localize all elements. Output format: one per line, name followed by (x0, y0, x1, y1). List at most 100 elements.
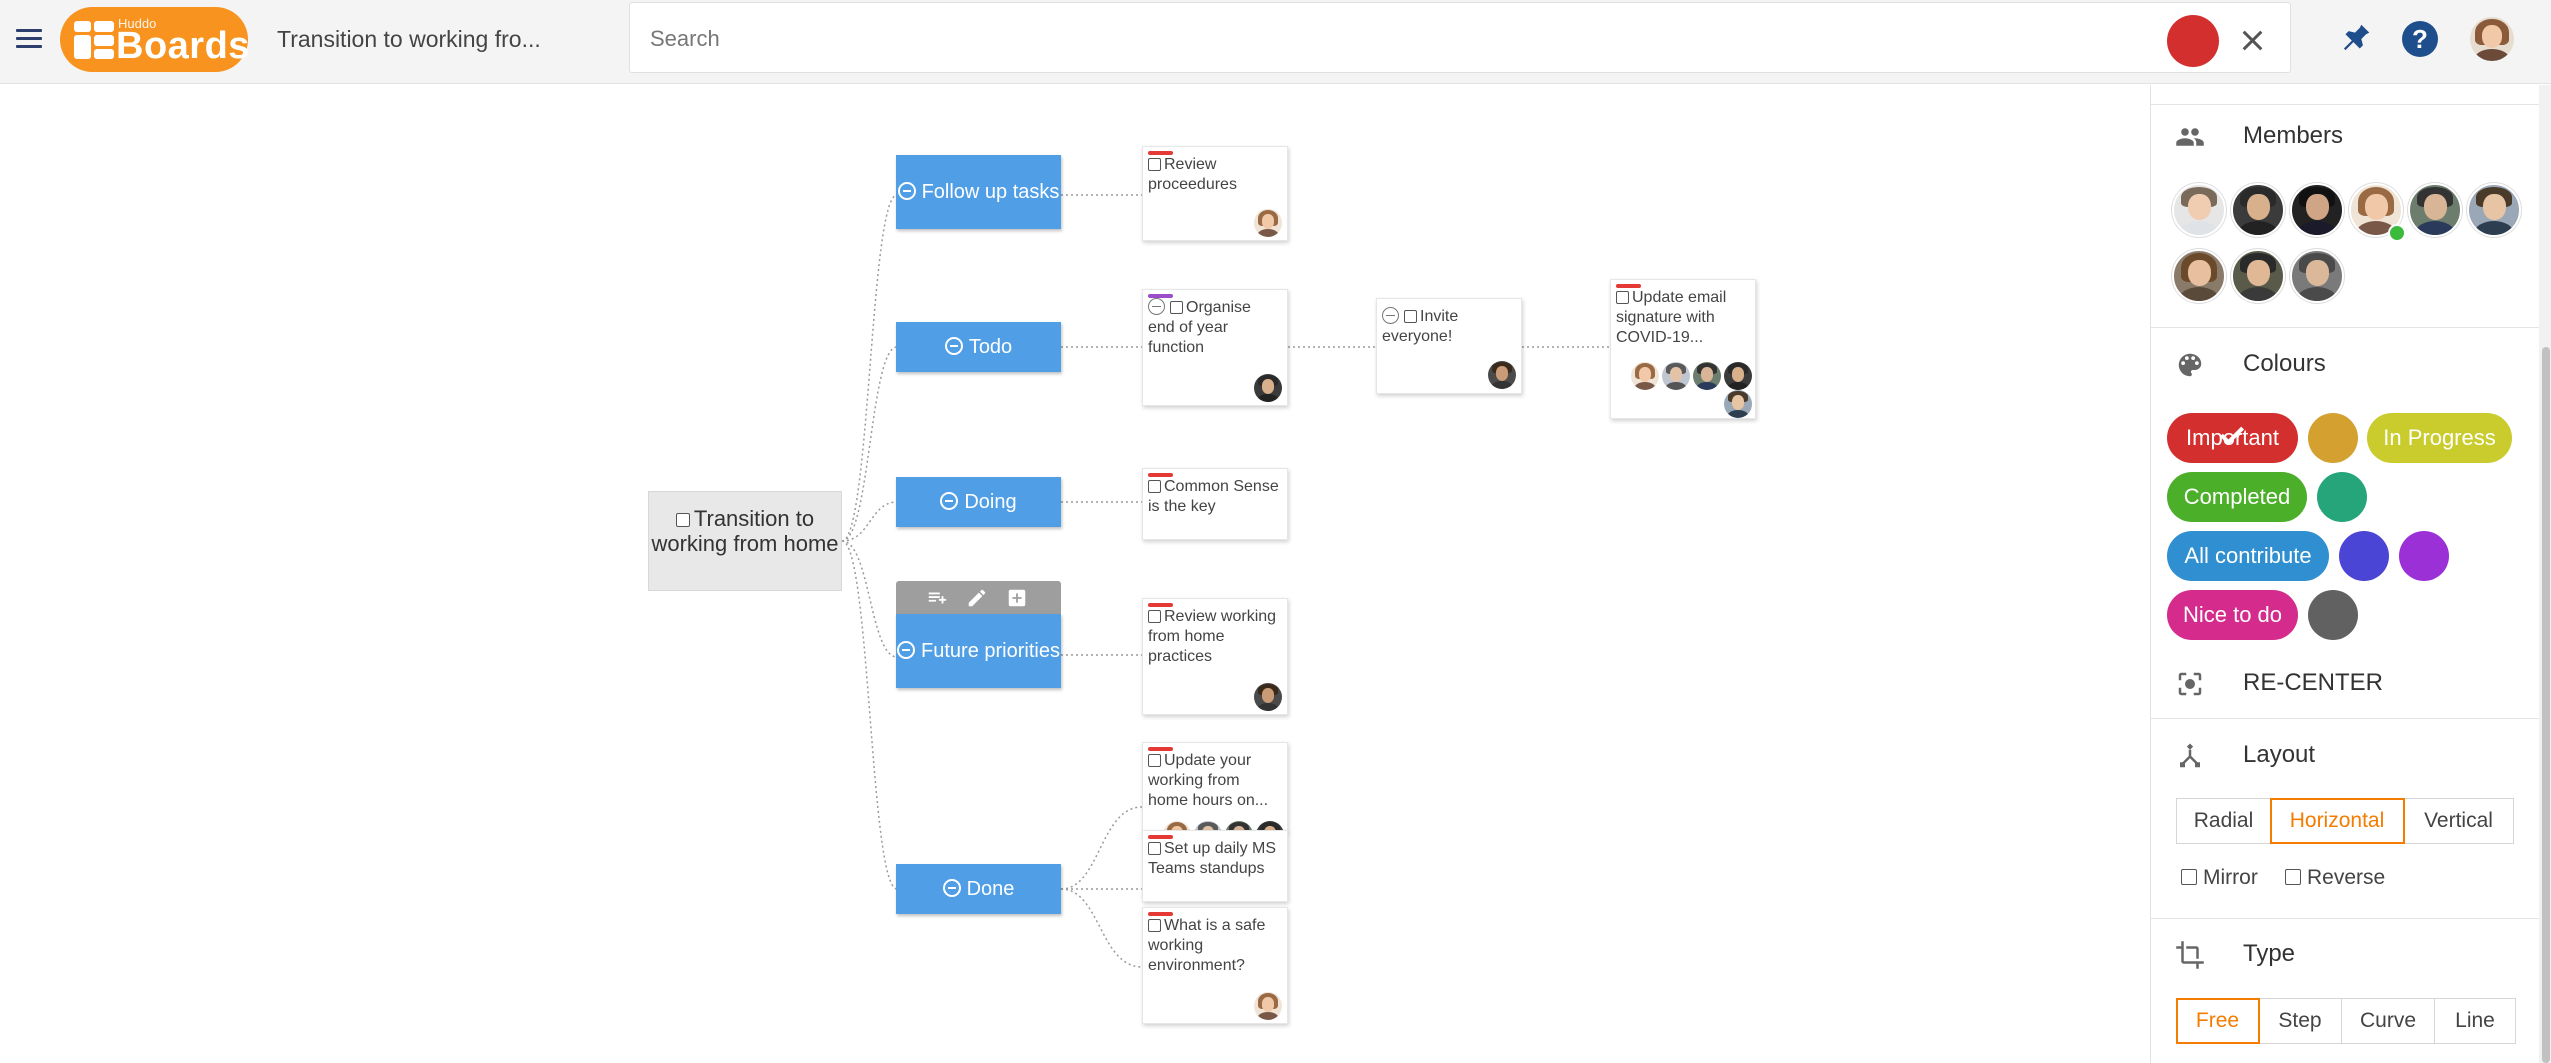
collapse-icon[interactable] (1148, 298, 1165, 315)
root-node[interactable]: Transition to working from home (648, 491, 842, 591)
collapse-icon[interactable] (940, 492, 959, 510)
crop-icon (2176, 941, 2204, 969)
board-title[interactable]: Transition to working fro... (277, 26, 541, 53)
hamburger-menu-icon[interactable] (14, 24, 44, 54)
reverse-checkbox[interactable]: Reverse (2285, 866, 2385, 890)
assignee-avatar (1254, 209, 1282, 237)
layout-horizontal[interactable]: Horizontal (2270, 798, 2405, 844)
checkbox-box[interactable] (2181, 869, 2197, 885)
list-node-todo[interactable]: Todo (896, 322, 1061, 372)
collapse-icon[interactable] (944, 337, 963, 355)
list-node-follow-up[interactable]: Follow up tasks (896, 155, 1061, 229)
search-bar (629, 2, 2291, 73)
mirror-label: Mirror (2203, 866, 2258, 889)
card-checkbox[interactable] (1148, 754, 1161, 768)
mind-map-canvas[interactable]: Transition to working from home Follow u… (0, 85, 2150, 1063)
member-avatar[interactable] (2231, 183, 2285, 237)
card-checkbox[interactable] (1170, 301, 1183, 315)
card-title: Set up daily MS Teams standups (1148, 840, 1277, 877)
card-checkbox[interactable] (1148, 919, 1161, 933)
pin-icon[interactable] (2336, 20, 2374, 58)
card-checkbox[interactable] (1616, 291, 1629, 305)
card-review-working-from-home[interactable]: Review working from home practices (1142, 598, 1288, 715)
card-update-working-hours[interactable]: Update your working from home hours on..… (1142, 742, 1288, 832)
assignee-avatar (1693, 362, 1721, 390)
collapse-icon[interactable] (897, 641, 916, 659)
colour-label: In Progress (2383, 425, 2496, 450)
card-common-sense[interactable]: Common Sense is the key (1142, 468, 1288, 540)
card-tag (1148, 294, 1173, 298)
huddo-boards-logo[interactable]: Huddo Boards (60, 7, 250, 72)
record-button[interactable] (2167, 15, 2219, 67)
type-free[interactable]: Free (2176, 998, 2260, 1044)
add-card-icon[interactable] (1006, 587, 1028, 609)
card-checkbox[interactable] (1148, 480, 1161, 494)
layout-vertical[interactable]: Vertical (2404, 799, 2513, 843)
collapse-icon[interactable] (1382, 307, 1399, 324)
help-icon[interactable]: ? (2402, 21, 2438, 57)
card-title: Review working from home practices (1148, 608, 1277, 665)
node-toolbar (896, 581, 1061, 614)
list-node-label: Follow up tasks (921, 181, 1060, 203)
add-list-icon[interactable] (926, 587, 948, 609)
card-checkbox[interactable] (1148, 842, 1161, 856)
list-node-future-priorities[interactable]: Future priorities (896, 614, 1061, 688)
member-avatar[interactable] (2231, 249, 2285, 303)
colour-swatch-teal[interactable] (2317, 472, 2367, 522)
colour-all-contribute[interactable]: All contribute (2167, 531, 2329, 581)
card-checkbox[interactable] (1148, 610, 1161, 624)
colour-in-progress[interactable]: In Progress (2367, 413, 2512, 463)
connector-lines (841, 194, 1610, 968)
list-node-done[interactable]: Done (896, 864, 1061, 914)
layout-radial[interactable]: Radial (2177, 799, 2271, 843)
assignee-avatar (1488, 361, 1516, 389)
card-checkbox[interactable] (1148, 158, 1161, 172)
type-curve[interactable]: Curve (2342, 999, 2435, 1043)
colour-nice-to-do[interactable]: Nice to do (2167, 590, 2298, 640)
colour-swatch-purple[interactable] (2399, 531, 2449, 581)
type-step[interactable]: Step (2259, 999, 2342, 1043)
assignee-avatar (1254, 374, 1282, 402)
card-organise-end-of-year[interactable]: Organise end of year function (1142, 289, 1288, 406)
root-checkbox[interactable] (675, 513, 690, 528)
divider (2151, 104, 2539, 105)
type-line[interactable]: Line (2435, 999, 2515, 1043)
member-avatar[interactable] (2290, 183, 2344, 237)
colour-completed[interactable]: Completed (2167, 472, 2307, 522)
member-avatar[interactable] (2290, 249, 2344, 303)
colour-important[interactable]: Important (2167, 413, 2298, 463)
search-input[interactable] (650, 23, 2130, 55)
card-title: Common Sense is the key (1148, 478, 1279, 515)
panel-scrollbar-thumb[interactable] (2542, 347, 2550, 1063)
close-icon[interactable] (2237, 25, 2267, 55)
member-avatar[interactable] (2408, 183, 2462, 237)
current-user-avatar[interactable] (2470, 17, 2514, 61)
collapse-icon[interactable] (942, 879, 961, 897)
card-teams-standups[interactable]: Set up daily MS Teams standups (1142, 830, 1288, 902)
card-tag (1148, 473, 1173, 477)
top-bar: Huddo Boards Transition to working fro..… (0, 0, 2551, 84)
member-avatar[interactable] (2467, 183, 2521, 237)
colour-swatch-gold[interactable] (2308, 413, 2358, 463)
card-invite-everyone[interactable]: Invite everyone! (1376, 298, 1522, 394)
colour-swatch-grey[interactable] (2308, 590, 2358, 640)
member-avatar[interactable] (2172, 249, 2226, 303)
card-review-proceedures[interactable]: Review proceedures (1142, 146, 1288, 241)
member-avatar[interactable] (2172, 183, 2226, 237)
card-safe-working-environment[interactable]: What is a safe working environment? (1142, 907, 1288, 1024)
card-update-email-signature[interactable]: Update email signature with COVID-19... (1610, 279, 1756, 419)
collapse-icon[interactable] (897, 182, 916, 200)
colours-title: Colours (2243, 350, 2326, 377)
card-checkbox[interactable] (1404, 310, 1417, 324)
online-indicator (2388, 224, 2406, 242)
people-icon (2176, 128, 2204, 146)
mirror-checkbox[interactable]: Mirror (2181, 866, 2258, 890)
palette-icon (2178, 353, 2202, 377)
list-node-doing[interactable]: Doing (896, 477, 1061, 527)
logo-big-text: Boards (116, 25, 250, 67)
edit-icon[interactable] (966, 587, 988, 609)
checkbox-box[interactable] (2285, 869, 2301, 885)
colour-swatch-blue[interactable] (2339, 531, 2389, 581)
assignee-avatar (1631, 362, 1659, 390)
boards-logo-icon (74, 21, 114, 59)
